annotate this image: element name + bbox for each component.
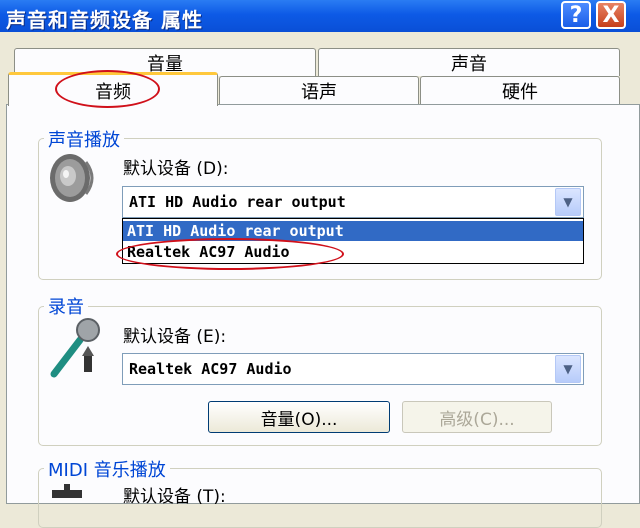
tab-audio[interactable]: 音频 [8,72,218,106]
help-icon: ? [569,2,583,28]
dropdown-option-realtek[interactable]: Realtek AC97 Audio [123,242,583,262]
midi-default-device-label: 默认设备 (T): [123,487,226,507]
option-label: ATI HD Audio rear output [127,222,344,240]
dropdown-option-ati[interactable]: ATI HD Audio rear output [123,221,583,241]
help-button[interactable]: ? [561,1,591,29]
tab-label: 声音 [451,53,487,75]
playback-group-title: 声音播放 [44,126,124,152]
tab-voice[interactable]: 语声 [219,76,419,104]
playback-dropdown-button[interactable]: ▼ [555,188,581,216]
speaker-icon [50,154,94,202]
window-title: 声音和音频设备 属性 [6,8,203,32]
volume-button[interactable]: 音量(O)... [208,401,390,433]
playback-default-device-label: 默认设备 (D): [123,159,229,179]
recording-device-select[interactable]: Realtek AC97 Audio [122,353,584,385]
advanced-button[interactable]: 高级(C)... [402,401,552,433]
recording-default-device-label: 默认设备 (E): [123,327,227,347]
close-icon: X [602,2,620,28]
option-label: Realtek AC97 Audio [127,243,290,261]
tab-label: 硬件 [502,81,538,103]
tab-hardware[interactable]: 硬件 [420,76,620,104]
advanced-button-label: 高级(C)... [439,409,515,430]
recording-device-value: Realtek AC97 Audio [129,360,292,378]
volume-button-label: 音量(O)... [260,409,338,430]
tab-label: 语声 [301,81,337,103]
playback-device-select[interactable]: ATI HD Audio rear output [122,186,584,218]
microphone-icon [50,318,100,378]
playback-device-value: ATI HD Audio rear output [129,193,346,211]
midi-icon [52,484,82,498]
close-button[interactable]: X [596,1,626,29]
chevron-down-icon: ▼ [563,362,573,376]
chevron-down-icon: ▼ [563,195,573,209]
recording-dropdown-button[interactable]: ▼ [555,355,581,383]
midi-group-title: MIDI 音乐播放 [44,456,170,482]
tab-label: 音频 [95,81,131,103]
tab-sounds[interactable]: 声音 [318,48,620,76]
